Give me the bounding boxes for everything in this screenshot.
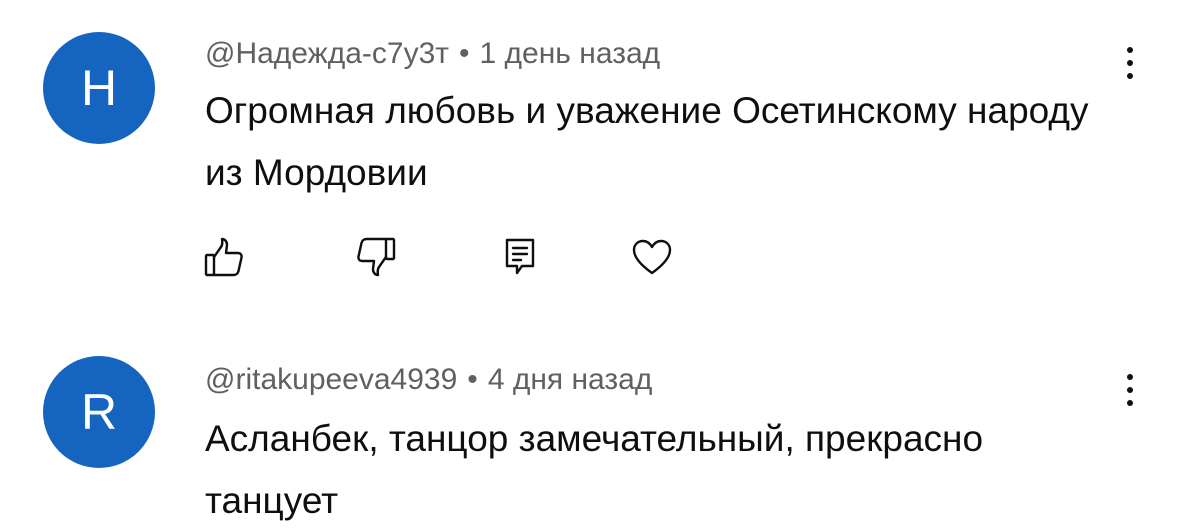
comment: R @ritakupeeva4939 • 4 дня назад Асланбек,… xyxy=(0,320,1200,532)
dislike-button[interactable] xyxy=(352,232,400,282)
comment-text: Огромная любовь и уважение Осетинскому н… xyxy=(205,90,1089,193)
reply-icon xyxy=(505,238,535,275)
meta-separator: • xyxy=(467,363,478,396)
comment: H @Надежда-с7у3т • 1 день назад Огромная л… xyxy=(0,0,1200,320)
more-options-icon[interactable] xyxy=(1110,362,1150,418)
comment-meta: @ritakupeeva4939 • 4 дня назад xyxy=(205,362,652,398)
comment-time: 1 день назад xyxy=(479,37,661,70)
comment-meta: @Надежда-с7у3т • 1 день назад xyxy=(205,36,660,72)
thumbs-down-icon xyxy=(357,237,396,277)
thumbs-up-icon xyxy=(204,237,243,277)
comment-text: Асланбек, танцор замечательный, прекрасн… xyxy=(205,418,984,521)
avatar[interactable]: R xyxy=(43,356,155,468)
heart-button[interactable] xyxy=(628,232,676,282)
reply-button[interactable] xyxy=(496,232,544,282)
author-handle[interactable]: @Надежда-с7у3т xyxy=(205,37,449,70)
comment-time: 4 дня назад xyxy=(487,363,653,396)
author-handle[interactable]: @ritakupeeva4939 xyxy=(205,363,457,396)
avatar[interactable]: H xyxy=(43,32,155,144)
comment-actions xyxy=(200,232,720,282)
like-button[interactable] xyxy=(200,232,248,282)
more-options-icon[interactable] xyxy=(1110,35,1150,91)
heart-icon xyxy=(632,239,672,275)
meta-separator: • xyxy=(459,37,470,70)
